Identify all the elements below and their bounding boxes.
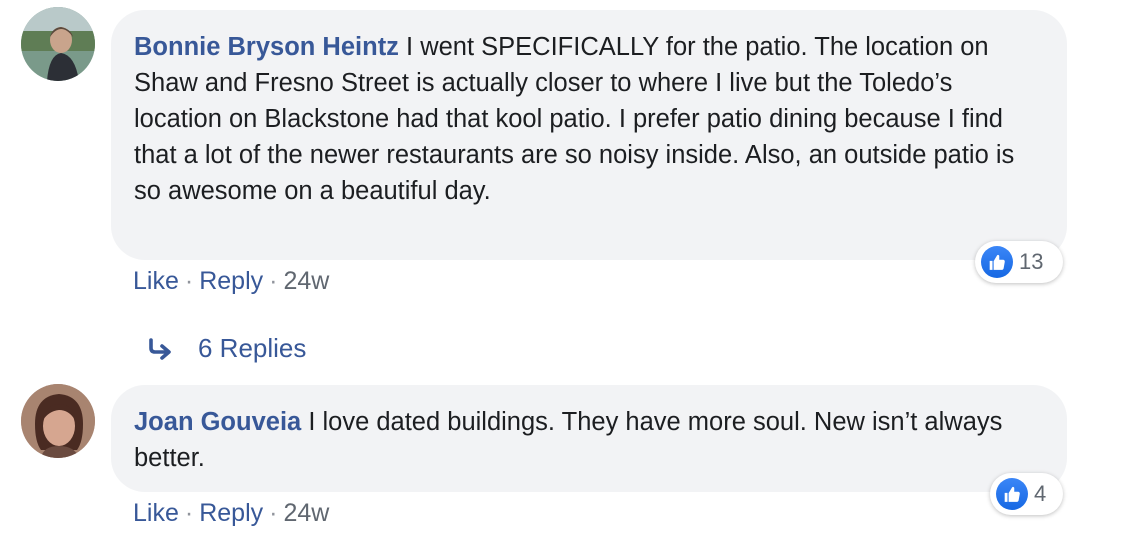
separator: · (269, 267, 278, 295)
comment-author[interactable]: Bonnie Bryson Heintz (134, 33, 399, 61)
comment-author[interactable]: Joan Gouveia (134, 408, 301, 436)
comment-actions: Like · Reply · 24w (133, 267, 329, 296)
thumbs-up-icon (996, 478, 1028, 510)
reaction-count: 13 (1019, 249, 1044, 274)
comment-actions: Like · Reply · 24w (133, 499, 329, 528)
reaction-summary[interactable]: 4 (990, 473, 1063, 515)
reply-link[interactable]: Reply (199, 267, 263, 295)
comment-body: Joan Gouveia I love dated buildings. The… (134, 404, 1043, 476)
comment-bubble: Bonnie Bryson Heintz I went SPECIFICALLY… (111, 10, 1067, 260)
reply-arrow-icon (149, 337, 171, 360)
avatar[interactable] (21, 384, 95, 458)
separator: · (184, 499, 194, 527)
comment-age[interactable]: 24w (283, 267, 329, 295)
separator: · (269, 499, 278, 527)
reaction-count: 4 (1034, 481, 1047, 506)
avatar[interactable] (21, 7, 95, 81)
view-replies-link[interactable]: 6 Replies (146, 333, 306, 364)
comment-age[interactable]: 24w (283, 499, 329, 527)
thumbs-up-icon (981, 246, 1013, 278)
like-link[interactable]: Like (133, 267, 179, 295)
replies-count[interactable]: 6 Replies (198, 333, 306, 364)
comment-body: Bonnie Bryson Heintz I went SPECIFICALLY… (134, 29, 1043, 209)
reaction-summary[interactable]: 13 (975, 241, 1063, 283)
comment-bubble: Joan Gouveia I love dated buildings. The… (111, 385, 1067, 492)
separator: · (184, 267, 194, 295)
reply-link[interactable]: Reply (199, 499, 263, 527)
like-link[interactable]: Like (133, 499, 179, 527)
